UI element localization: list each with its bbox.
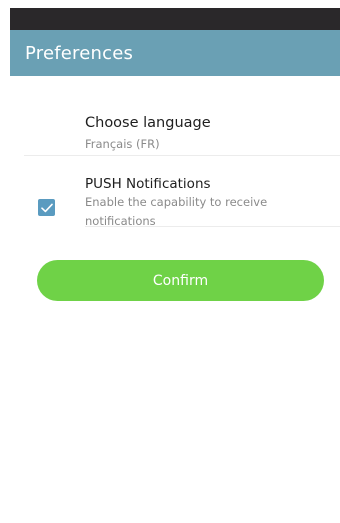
language-setting-label: Choose language [85, 115, 211, 131]
push-notifications-setting[interactable]: PUSH Notifications Enable the capability… [85, 177, 335, 231]
page-title: Preferences [25, 42, 134, 64]
preferences-screen: Preferences Choose language Français (FR… [0, 0, 340, 523]
divider [24, 155, 340, 156]
push-notifications-checkbox[interactable] [38, 199, 55, 216]
check-icon [40, 203, 53, 212]
language-setting-value: Français (FR) [85, 137, 160, 151]
language-setting[interactable]: Choose language Français (FR) [85, 114, 325, 152]
divider [85, 226, 340, 227]
app-bar: Preferences [10, 30, 340, 76]
push-notifications-label: PUSH Notifications [85, 176, 211, 192]
confirm-button[interactable]: Confirm [37, 260, 324, 301]
status-bar [10, 8, 340, 30]
